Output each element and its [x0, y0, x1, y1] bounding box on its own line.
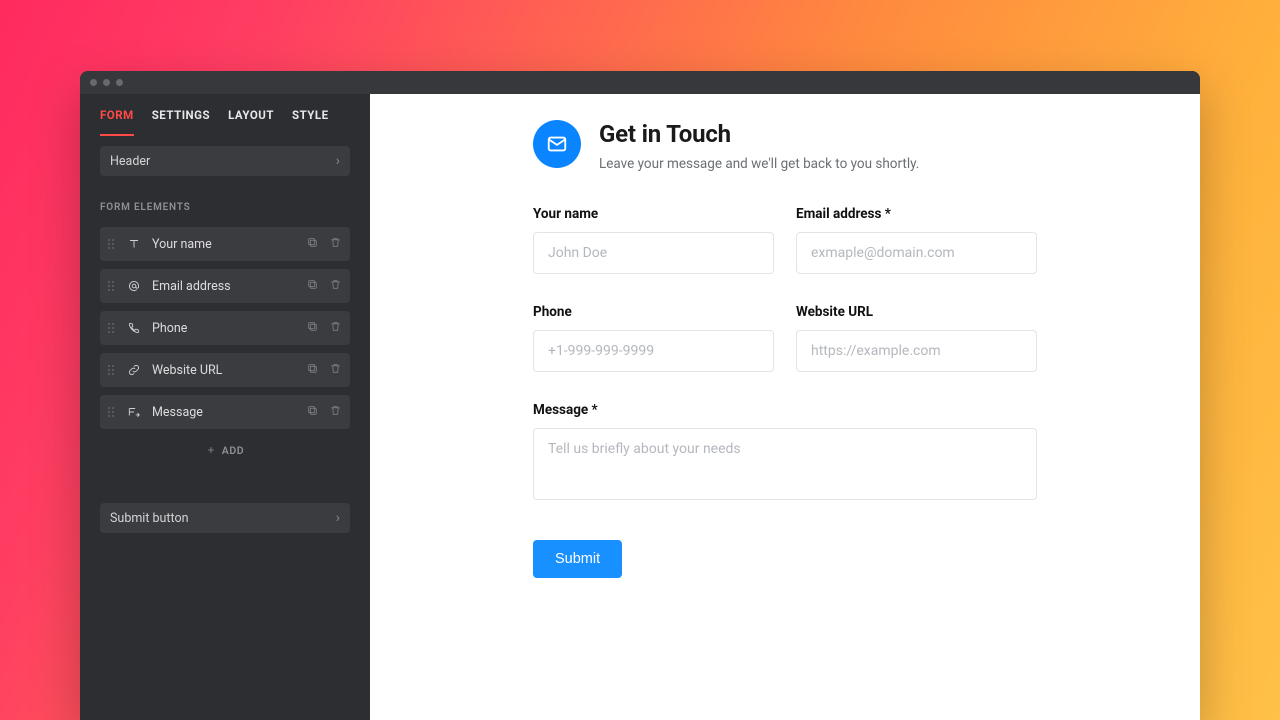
textarea-icon: [126, 404, 142, 420]
label-name: Your name: [533, 206, 774, 222]
element-row-email[interactable]: Email address: [100, 269, 350, 303]
app-window: FORM SETTINGS LAYOUT STYLE Header › FORM…: [80, 71, 1200, 720]
tab-style[interactable]: STYLE: [292, 108, 329, 136]
chevron-right-icon: ›: [336, 154, 340, 168]
element-label: Your name: [152, 237, 212, 252]
element-label: Website URL: [152, 363, 222, 378]
field-url: Website URL: [796, 304, 1037, 372]
window-titlebar: [80, 71, 1200, 94]
element-row-message[interactable]: Message: [100, 395, 350, 429]
add-element-button[interactable]: ADD: [100, 437, 350, 463]
trash-icon[interactable]: [329, 362, 342, 379]
element-row-phone[interactable]: Phone: [100, 311, 350, 345]
element-row-name[interactable]: Your name: [100, 227, 350, 261]
field-name: Your name: [533, 206, 774, 274]
sidebar-submit-item[interactable]: Submit button ›: [100, 503, 350, 533]
chevron-right-icon: ›: [336, 511, 340, 525]
drag-handle-icon[interactable]: [108, 365, 116, 375]
form-preview: Get in Touch Leave your message and we'l…: [370, 94, 1200, 720]
duplicate-icon[interactable]: [306, 320, 319, 337]
trash-icon[interactable]: [329, 404, 342, 421]
sidebar-submit-label: Submit button: [110, 511, 189, 526]
window-dot: [90, 79, 97, 86]
phone-icon: [126, 320, 142, 336]
input-phone[interactable]: [533, 330, 774, 372]
form-header: Get in Touch Leave your message and we'l…: [533, 120, 1037, 172]
label-phone: Phone: [533, 304, 774, 320]
trash-icon[interactable]: [329, 320, 342, 337]
sidebar: FORM SETTINGS LAYOUT STYLE Header › FORM…: [80, 94, 370, 720]
drag-handle-icon[interactable]: [108, 239, 116, 249]
form-elements-heading: FORM ELEMENTS: [100, 202, 350, 213]
tab-settings[interactable]: SETTINGS: [152, 108, 210, 136]
field-message: Message *: [533, 402, 1037, 504]
submit-button[interactable]: Submit: [533, 540, 622, 578]
element-label: Message: [152, 405, 203, 420]
window-dot: [116, 79, 123, 86]
tab-layout[interactable]: LAYOUT: [228, 108, 274, 136]
field-phone: Phone: [533, 304, 774, 372]
trash-icon[interactable]: [329, 236, 342, 253]
label-email: Email address *: [796, 206, 1037, 222]
duplicate-icon[interactable]: [306, 236, 319, 253]
input-message[interactable]: [533, 428, 1037, 500]
at-icon: [126, 278, 142, 294]
window-dot: [103, 79, 110, 86]
add-element-label: ADD: [222, 444, 245, 457]
duplicate-icon[interactable]: [306, 278, 319, 295]
tab-form[interactable]: FORM: [100, 108, 134, 136]
duplicate-icon[interactable]: [306, 362, 319, 379]
field-email: Email address *: [796, 206, 1037, 274]
element-list: Your name Email address: [100, 227, 350, 463]
element-row-url[interactable]: Website URL: [100, 353, 350, 387]
plus-icon: [206, 445, 216, 455]
mail-icon: [533, 120, 581, 168]
input-email[interactable]: [796, 232, 1037, 274]
trash-icon[interactable]: [329, 278, 342, 295]
duplicate-icon[interactable]: [306, 404, 319, 421]
element-label: Email address: [152, 279, 231, 294]
form-subtitle: Leave your message and we'll get back to…: [599, 156, 919, 172]
sidebar-header-item[interactable]: Header ›: [100, 146, 350, 176]
form-title: Get in Touch: [599, 120, 919, 148]
label-url: Website URL: [796, 304, 1037, 320]
sidebar-header-label: Header: [110, 154, 150, 169]
drag-handle-icon[interactable]: [108, 281, 116, 291]
element-label: Phone: [152, 321, 187, 336]
drag-handle-icon[interactable]: [108, 407, 116, 417]
input-url[interactable]: [796, 330, 1037, 372]
drag-handle-icon[interactable]: [108, 323, 116, 333]
sidebar-tabs: FORM SETTINGS LAYOUT STYLE: [80, 94, 370, 136]
link-icon: [126, 362, 142, 378]
label-message: Message *: [533, 402, 1037, 418]
text-icon: [126, 236, 142, 252]
input-name[interactable]: [533, 232, 774, 274]
